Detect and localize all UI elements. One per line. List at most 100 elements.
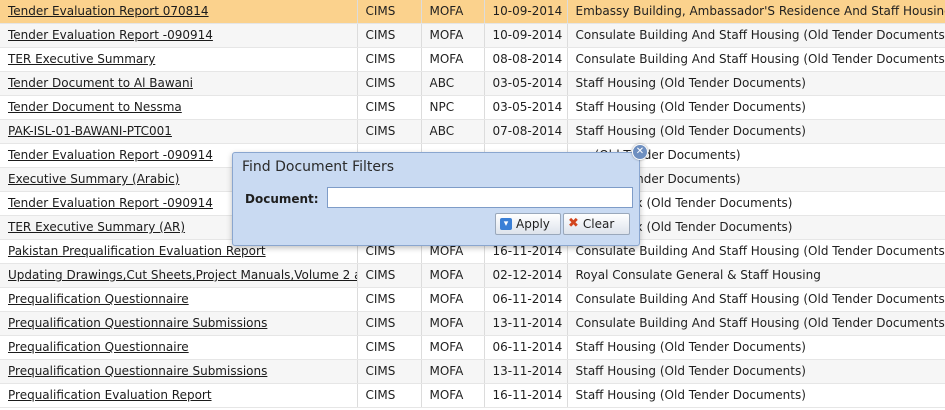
document-cell: TER Executive Summary — [0, 47, 358, 72]
date-cell: 08-08-2014 — [492, 52, 563, 66]
document-cell: Prequalification Questionnaire — [0, 287, 358, 312]
document-link[interactable]: Tender Evaluation Report -090914 — [8, 28, 213, 42]
table-row[interactable]: Updating Drawings,Cut Sheets,Project Man… — [0, 263, 945, 288]
document-link[interactable]: Executive Summary (Arabic) — [8, 172, 179, 186]
source-cell: CIMS — [365, 364, 396, 378]
project-cell: Staff Housing (Old Tender Documents) — [575, 100, 806, 114]
source-cell: CIMS — [357, 311, 422, 336]
agency-cell: MOFA — [429, 244, 464, 258]
date-cell: 13-11-2014 — [492, 316, 563, 330]
agency-cell: MOFA — [421, 311, 485, 336]
agency-cell: MOFA — [429, 52, 464, 66]
agency-cell: MOFA — [429, 28, 464, 42]
date-cell: 13-11-2014 — [492, 364, 563, 378]
document-link[interactable]: Tender Evaluation Report -090914 — [8, 148, 213, 162]
date-cell: 10-09-2014 — [492, 4, 563, 18]
project-cell: Staff Housing (Old Tender Documents) — [575, 124, 806, 138]
source-cell: CIMS — [365, 124, 396, 138]
document-link[interactable]: Prequalification Evaluation Report — [8, 388, 212, 402]
source-cell: CIMS — [357, 335, 422, 360]
agency-cell: MOFA — [429, 316, 464, 330]
table-row[interactable]: Tender Document to Nessma CIMS NPC 03-05-20… — [0, 95, 945, 120]
table-row[interactable]: Prequalification Questionnaire CIMS MOFA 06… — [0, 287, 945, 312]
date-cell: 03-05-2014 — [484, 71, 568, 96]
document-link[interactable]: TER Executive Summary — [8, 52, 155, 66]
clear-button[interactable]: ✖ Clear — [563, 213, 630, 235]
project-cell: Consulate Building And Staff Housing (Ol… — [567, 47, 945, 72]
agency-cell: MOFA — [421, 383, 485, 408]
project-cell: Royal Consulate General & Staff Housing — [575, 268, 821, 282]
document-link[interactable]: Prequalification Questionnaire Submissio… — [8, 364, 267, 378]
document-cell: Tender Document to Nessma — [0, 95, 358, 120]
document-link[interactable]: Tender Document to Nessma — [8, 100, 182, 114]
table-row[interactable]: PAK-ISL-01-BAWANI-PTC001 CIMS ABC 07-08-201… — [0, 119, 945, 144]
date-cell: 06-11-2014 — [492, 340, 563, 354]
document-cell: Updating Drawings,Cut Sheets,Project Man… — [0, 263, 358, 288]
date-cell: 10-09-2014 — [484, 0, 568, 24]
apply-button[interactable]: ▾ Apply — [495, 213, 561, 235]
table-row[interactable]: Prequalification Evaluation Report CIMS MO… — [0, 383, 945, 408]
source-cell: CIMS — [365, 292, 396, 306]
source-cell: CIMS — [357, 23, 422, 48]
project-cell: Consulate Building And Staff Housing (Ol… — [567, 287, 945, 312]
apply-icon: ▾ — [500, 218, 512, 230]
project-cell: Embassy Building, Ambassador'S Residence… — [575, 4, 945, 18]
document-cell: Prequalification Questionnaire Submissio… — [0, 359, 358, 384]
document-cell: Prequalification Questionnaire Submissio… — [0, 311, 358, 336]
table-row[interactable]: TER Executive Summary CIMS MOFA 08-08-2014 C… — [0, 47, 945, 72]
document-cell: Tender Evaluation Report 070814 — [0, 0, 358, 24]
project-cell: Consulate Building And Staff Housing (Ol… — [567, 23, 945, 48]
source-cell: CIMS — [365, 340, 396, 354]
agency-cell: MOFA — [429, 4, 464, 18]
document-input[interactable] — [327, 187, 633, 208]
date-cell: 16-11-2014 — [492, 388, 563, 402]
project-cell: Staff Housing (Old Tender Documents) — [567, 95, 945, 120]
document-link[interactable]: TER Executive Summary (AR) — [8, 220, 185, 234]
dialog-title: Find Document Filters — [242, 159, 395, 175]
date-cell: 08-08-2014 — [484, 47, 568, 72]
agency-cell: MOFA — [429, 268, 464, 282]
agency-cell: MOFA — [421, 263, 485, 288]
document-link[interactable]: Pakistan Prequalification Evaluation Rep… — [8, 244, 266, 258]
project-cell: Royal Consulate General & Staff Housing — [567, 263, 945, 288]
document-link[interactable]: Tender Evaluation Report -090914 — [8, 196, 213, 210]
document-link[interactable]: Prequalification Questionnaire — [8, 340, 189, 354]
date-cell: 16-11-2014 — [492, 244, 563, 258]
document-label: Document: — [245, 192, 319, 206]
table-row[interactable]: Prequalification Questionnaire Submissio… — [0, 311, 945, 336]
table-row[interactable]: Prequalification Questionnaire Submissio… — [0, 359, 945, 384]
project-cell: Staff Housing (Old Tender Documents) — [567, 335, 945, 360]
document-link[interactable]: Updating Drawings,Cut Sheets,Project Man… — [8, 268, 356, 282]
date-cell: 06-11-2014 — [484, 335, 568, 360]
source-cell: CIMS — [365, 388, 396, 402]
date-cell: 13-11-2014 — [484, 359, 568, 384]
document-link[interactable]: Prequalification Questionnaire Submissio… — [8, 316, 267, 330]
agency-cell: NPC — [429, 100, 455, 114]
document-link[interactable]: Tender Evaluation Report 070814 — [8, 4, 209, 18]
agency-cell: ABC — [421, 119, 485, 144]
table-row[interactable]: Tender Evaluation Report 070814 CIMS MOFA 1… — [0, 0, 945, 24]
agency-cell: MOFA — [429, 388, 464, 402]
table-row[interactable]: Tender Document to Al Bawani CIMS ABC 03-05… — [0, 71, 945, 96]
source-cell: CIMS — [365, 52, 396, 66]
agency-cell: MOFA — [421, 0, 485, 24]
source-cell: CIMS — [357, 119, 422, 144]
date-cell: 10-09-2014 — [492, 28, 563, 42]
project-cell: Staff Housing (Old Tender Documents) — [575, 340, 806, 354]
document-link[interactable]: PAK-ISL-01-BAWANI-PTC001 — [8, 124, 172, 138]
document-link[interactable]: Tender Document to Al Bawani — [8, 76, 193, 90]
project-cell: Consulate Building And Staff Housing (Ol… — [575, 28, 945, 42]
project-cell: Staff Housing (Old Tender Documents) — [575, 76, 806, 90]
date-cell: 06-11-2014 — [492, 292, 563, 306]
document-link[interactable]: Prequalification Questionnaire — [8, 292, 189, 306]
document-cell: Prequalification Questionnaire — [0, 335, 358, 360]
source-cell: CIMS — [365, 76, 396, 90]
close-icon[interactable]: ✕ — [632, 144, 648, 160]
source-cell: CIMS — [357, 0, 422, 24]
table-row[interactable]: Tender Evaluation Report -090914 CIMS MOFA… — [0, 23, 945, 48]
date-cell: 06-11-2014 — [484, 287, 568, 312]
source-cell: CIMS — [357, 71, 422, 96]
agency-cell: NPC — [421, 95, 485, 120]
table-row[interactable]: Prequalification Questionnaire CIMS MOFA 06… — [0, 335, 945, 360]
project-cell: Consulate Building And Staff Housing (Ol… — [575, 292, 945, 306]
